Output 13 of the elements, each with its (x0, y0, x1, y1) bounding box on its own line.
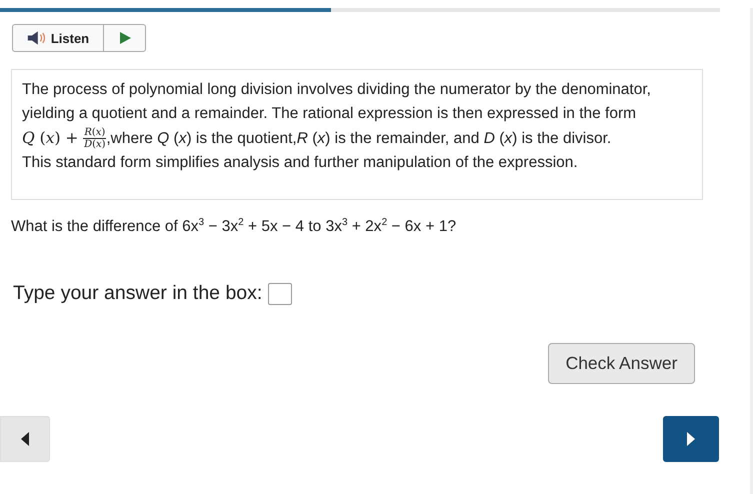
play-button[interactable] (104, 24, 146, 52)
answer-label: Type your answer in the box: (13, 282, 262, 306)
right-triangle-icon (686, 432, 696, 446)
speaker-icon (26, 31, 47, 45)
answer-field[interactable] (268, 282, 292, 305)
previous-button[interactable] (0, 416, 50, 462)
play-icon (118, 31, 132, 45)
next-button[interactable] (663, 416, 719, 462)
question-text: What is the difference of 6x$^{3}$ − 3x$^{2}$ + 5x − 4 to 3x$^{3}$ + 2x$^{2}$ − 6x + 1? (11, 217, 458, 236)
listen-button[interactable]: Listen (12, 24, 104, 52)
passage-text: The process of polynomial long division involves dividing the numerator by the denominator, yielding a quotient and a remainder. The rational expression is then expressed in the form Q (x) + R(x) D(x),where Q (x) is the quotient,R (x) is the remainder, and D (x) is the divisor. This standard form simplifies analysis and further manipulation of the expression. (22, 80, 652, 173)
left-triangle-icon (20, 432, 30, 446)
check-answer-button[interactable]: Check Answer (548, 343, 695, 384)
